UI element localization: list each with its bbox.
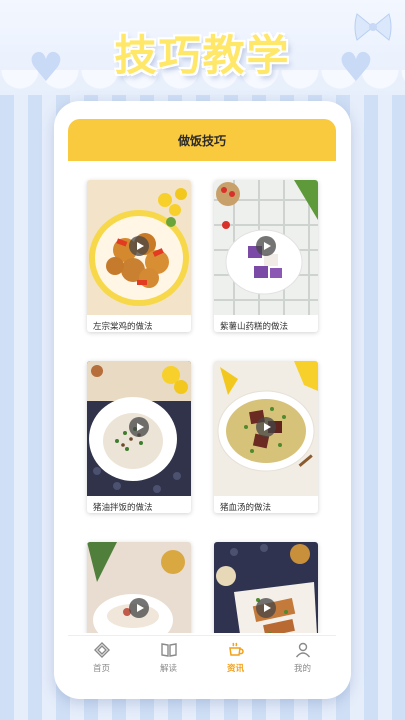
play-icon[interactable] — [256, 417, 276, 437]
recipe-title: 紫薯山药糕的做法 — [220, 322, 289, 332]
book-icon — [160, 643, 177, 657]
recipe-thumbnail — [87, 542, 191, 633]
recipe-thumbnail — [214, 542, 318, 633]
play-icon[interactable] — [129, 598, 149, 618]
coffee-cup-icon — [228, 642, 244, 656]
play-icon[interactable] — [256, 598, 276, 618]
user-icon — [295, 642, 310, 658]
recipe-card[interactable] — [87, 542, 191, 633]
recipe-card[interactable] — [214, 542, 318, 633]
recipe-card[interactable]: 紫薯山药糕的做法 — [214, 180, 318, 332]
home-icon — [93, 642, 110, 658]
play-icon[interactable] — [256, 236, 276, 256]
play-icon[interactable] — [129, 236, 149, 256]
play-icon[interactable] — [129, 417, 149, 437]
header-title: 做饭技巧 — [177, 133, 226, 148]
tab-home[interactable]: 首页 — [68, 636, 135, 679]
card-grid: 左宗棠鸡的做法 紫薯山药糕的做法 猪油拌饭的做法 猪血汤的做法 — [54, 161, 351, 633]
recipe-title: 猪血汤的做法 — [220, 503, 272, 513]
tab-read[interactable]: 解读 — [135, 636, 202, 679]
tab-label: 资讯 — [226, 664, 244, 674]
page-title: 技巧教学 — [114, 31, 291, 80]
tab-label: 首页 — [92, 664, 110, 674]
recipe-card[interactable]: 猪油拌饭的做法 — [87, 361, 191, 513]
recipe-title: 左宗棠鸡的做法 — [93, 322, 153, 332]
app-header: 做饭技巧 — [68, 119, 336, 161]
tab-label: 我的 — [293, 664, 311, 674]
recipe-card[interactable]: 左宗棠鸡的做法 — [87, 180, 191, 332]
recipe-title: 猪油拌饭的做法 — [93, 503, 153, 513]
tab-mine[interactable]: 我的 — [269, 636, 336, 679]
recipe-card[interactable]: 猪血汤的做法 — [214, 361, 318, 513]
phone-screen: 做饭技巧 左宗棠鸡的做法 紫薯山药糕的做法 猪油拌饭的做法 猪血汤的做法 首页 … — [54, 101, 351, 699]
tab-label: 解读 — [159, 664, 177, 674]
bottom-tab-bar: 首页 解读 资讯 我的 — [68, 635, 336, 679]
tab-news[interactable]: 资讯 — [202, 636, 269, 679]
